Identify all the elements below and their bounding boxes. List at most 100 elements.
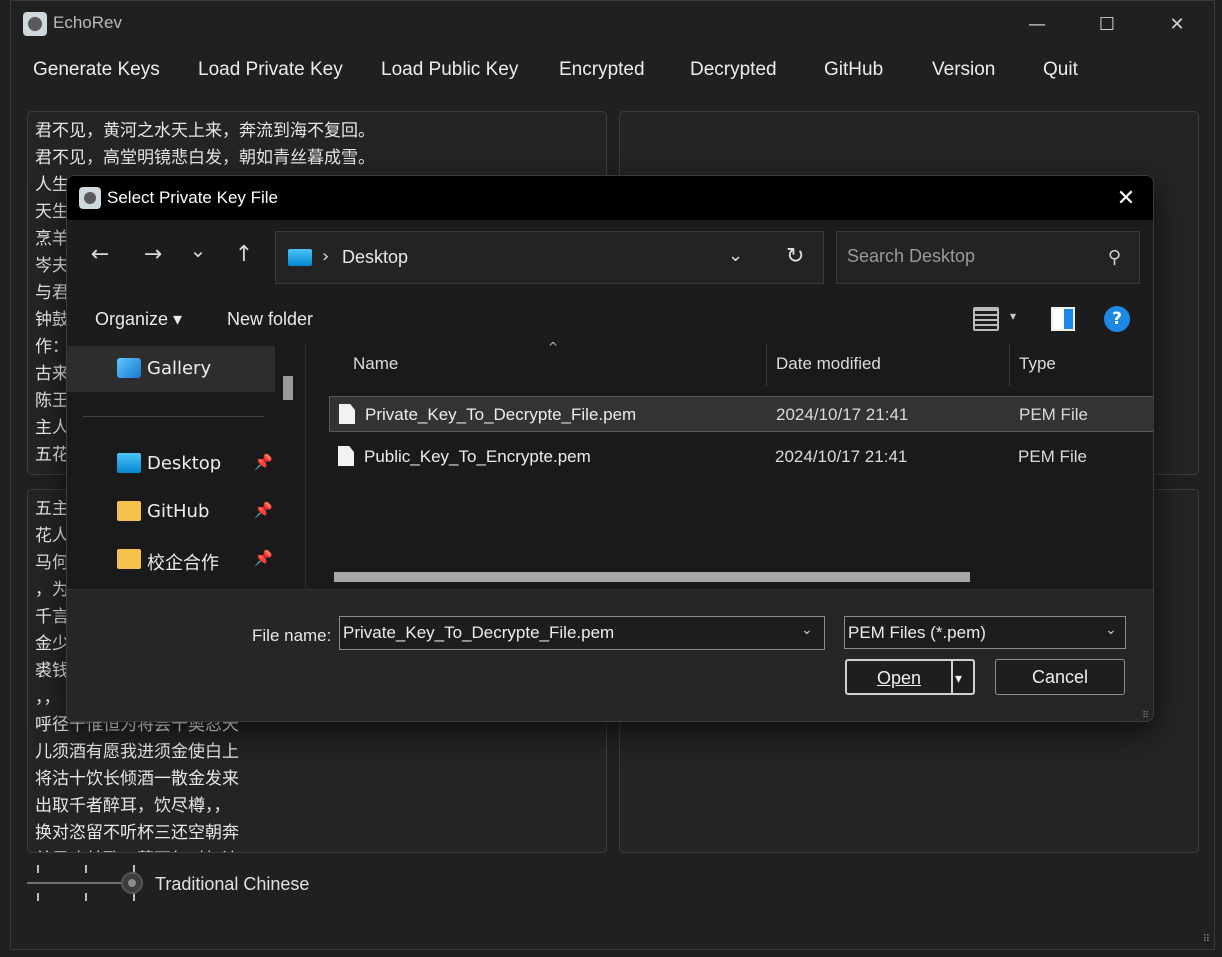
search-icon[interactable]: ⚲ (1108, 247, 1121, 268)
file-name: Private_Key_To_Decrypte_File.pem (365, 405, 637, 424)
nav-item-github[interactable]: GitHub 📌 (67, 489, 277, 535)
file-icon (338, 446, 354, 466)
text-line: 君不见，高堂明镜悲白发，朝如青丝暮成雪。 (35, 148, 375, 168)
menu-load-public-key[interactable]: Load Public Key (381, 59, 518, 81)
menu-decrypted[interactable]: Decrypted (690, 59, 777, 81)
slider-tick (37, 865, 39, 873)
text-line: 换对恣留不听杯三还空朝奔 (35, 823, 239, 843)
horizontal-scrollbar[interactable] (334, 572, 970, 582)
menu-version[interactable]: Version (932, 59, 995, 81)
recent-locations-chevron-icon[interactable]: ⌄ (183, 238, 213, 262)
nav-item-desktop[interactable]: Desktop 📌 (67, 441, 277, 487)
menu-quit[interactable]: Quit (1043, 59, 1078, 81)
nav-item-gallery[interactable]: Gallery (67, 346, 275, 392)
app-title: EchoRev (53, 13, 122, 32)
nav-item-label: Desktop (147, 453, 222, 474)
slider-label: Traditional Chinese (155, 874, 310, 894)
resize-grip-icon[interactable]: ⠿ (1203, 934, 1210, 945)
cancel-button[interactable]: Cancel (995, 659, 1125, 695)
open-button-divider (951, 661, 953, 693)
app-logo-icon (23, 12, 47, 36)
file-type-select[interactable]: PEM Files (*.pem) (844, 616, 1126, 649)
file-name-dropdown-icon[interactable]: ⌄ (801, 622, 813, 638)
text-line: 君不见，黄河之水天上来，奔流到海不复回。 (35, 121, 375, 141)
address-dropdown-chevron-icon[interactable]: ⌄ (728, 245, 743, 266)
dialog-title-bar: Select Private Key File ✕ (67, 176, 1153, 220)
view-details-icon[interactable] (973, 307, 999, 331)
dialog-toolbar: Organize ▾ New folder ▾ ? (67, 296, 1153, 344)
breadcrumb-desktop[interactable]: Desktop (342, 247, 408, 268)
title-bar: EchoRev — ☐ ✕ (11, 1, 1214, 47)
address-bar[interactable]: › Desktop ⌄ ↻ (275, 231, 824, 284)
nav-divider (83, 416, 264, 417)
text-line: 将沽十饮长倾酒一散金发来 (35, 769, 239, 789)
column-header-type[interactable]: Type (1019, 354, 1056, 374)
file-icon (339, 404, 355, 424)
folder-icon (117, 501, 141, 521)
nav-pane-scrollbar[interactable] (283, 376, 293, 400)
maximize-button[interactable]: ☐ (1077, 7, 1137, 41)
dialog-footer: File name: Private_Key_To_Decrypte_File.… (67, 589, 1153, 721)
file-row[interactable]: Private_Key_To_Decrypte_File.pem 2024/10… (329, 396, 1153, 432)
column-separator[interactable] (766, 344, 767, 386)
nav-item-label: Gallery (147, 358, 212, 379)
file-name-input[interactable]: Private_Key_To_Decrypte_File.pem (339, 616, 825, 650)
dialog-resize-grip-icon[interactable]: ⠿ (1142, 711, 1149, 721)
back-arrow-icon[interactable]: ← (85, 242, 115, 267)
text-line: 美君欢其歌，莫百复对如流 (35, 847, 239, 852)
pin-icon[interactable]: 📌 (254, 549, 273, 567)
nav-item-school-enterprise[interactable]: 校企合作 📌 (67, 537, 277, 583)
refresh-icon[interactable]: ↻ (786, 244, 804, 269)
file-name-label: File name: (252, 626, 332, 645)
menu-encrypted[interactable]: Encrypted (559, 59, 645, 81)
column-header-name[interactable]: Name (353, 354, 398, 374)
file-date: 2024/10/17 21:41 (776, 405, 909, 424)
organize-button[interactable]: Organize ▾ (95, 309, 182, 330)
pin-icon[interactable]: 📌 (254, 453, 273, 471)
open-button-label[interactable]: Open (847, 661, 951, 695)
search-input[interactable] (847, 246, 1087, 267)
nav-item-label: 校企合作 (147, 553, 219, 574)
file-row[interactable]: Public_Key_To_Encrypte.pem 2024/10/17 21… (329, 439, 1153, 475)
folder-icon (117, 549, 141, 569)
gallery-icon (117, 358, 141, 378)
open-button[interactable]: Open ▾ (845, 659, 975, 695)
search-box[interactable]: ⚲ (836, 231, 1140, 284)
slider-tick (37, 893, 39, 901)
file-date: 2024/10/17 21:41 (775, 447, 908, 466)
up-arrow-icon[interactable]: ↑ (229, 242, 259, 267)
forward-arrow-icon[interactable]: → (138, 242, 168, 267)
text-line: 出取千者醉耳，饮尽樽，， (35, 796, 231, 816)
conversion-slider-thumb[interactable] (121, 872, 143, 894)
dialog-title: Select Private Key File (107, 188, 279, 207)
text-line: 儿须酒有愿我进须金使白上 (35, 742, 239, 762)
file-type: PEM File (1018, 447, 1087, 466)
close-button[interactable]: ✕ (1147, 7, 1207, 41)
slider-tick (85, 865, 87, 873)
view-options-chevron-icon[interactable]: ▾ (1010, 309, 1016, 323)
desktop-folder-icon (117, 453, 141, 473)
slider-tick (85, 893, 87, 901)
help-icon[interactable]: ? (1104, 306, 1130, 332)
file-type-dropdown-icon[interactable]: ⌄ (1105, 622, 1117, 638)
open-options-chevron-icon[interactable]: ▾ (955, 661, 962, 695)
menu-generate-keys[interactable]: Generate Keys (33, 59, 160, 81)
slider-tick (133, 893, 135, 901)
dialog-app-icon (79, 187, 101, 209)
file-type: PEM File (1019, 405, 1088, 424)
conversion-slider-track[interactable] (27, 882, 135, 884)
menu-bar: Generate Keys Load Private Key Load Publ… (11, 47, 1214, 95)
file-list: ^ Name Date modified Type Private_Key_To… (305, 340, 1153, 589)
dialog-close-button[interactable]: ✕ (1111, 184, 1141, 212)
menu-load-private-key[interactable]: Load Private Key (198, 59, 343, 81)
minimize-button[interactable]: — (1007, 7, 1067, 41)
column-header-date[interactable]: Date modified (776, 354, 881, 374)
column-separator[interactable] (1009, 344, 1010, 386)
preview-pane-icon[interactable] (1051, 307, 1075, 331)
nav-item-label: GitHub (147, 501, 210, 522)
pin-icon[interactable]: 📌 (254, 501, 273, 519)
desktop-location-icon (288, 249, 312, 266)
new-folder-button[interactable]: New folder (227, 309, 313, 330)
menu-github[interactable]: GitHub (824, 59, 883, 81)
navigation-pane: Gallery Desktop 📌 GitHub 📌 校企合作 📌 (67, 344, 303, 589)
